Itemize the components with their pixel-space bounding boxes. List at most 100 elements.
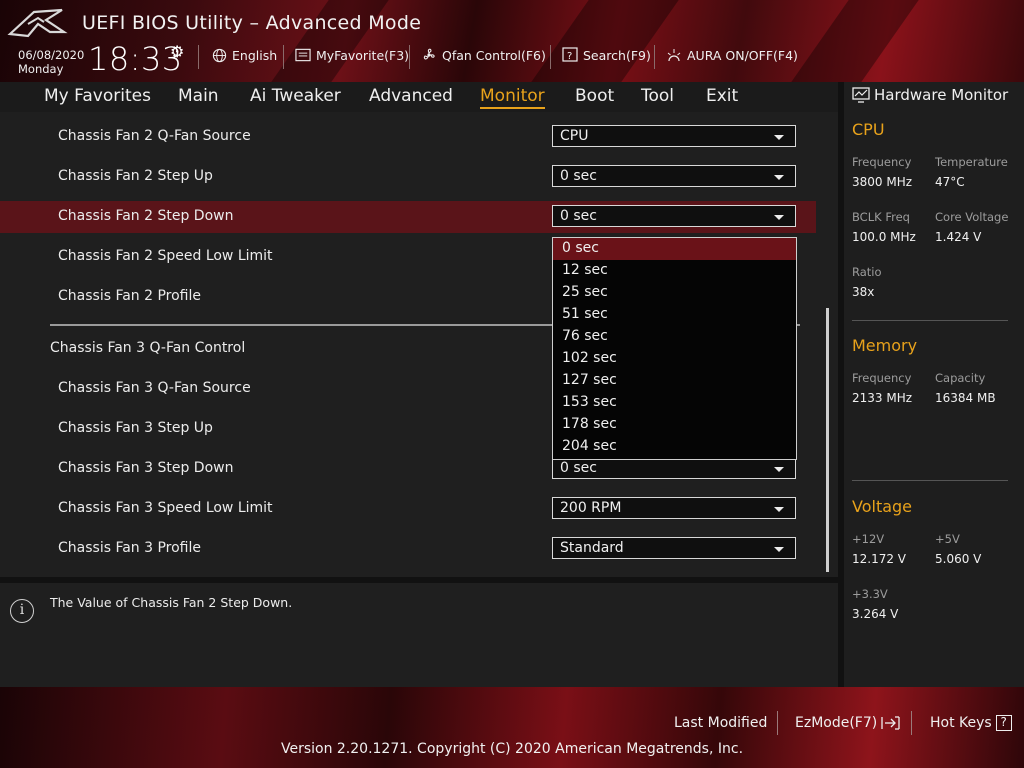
setting-row[interactable]: Chassis Fan 2 Q-Fan Source CPU bbox=[0, 121, 816, 153]
help-question-icon: ? bbox=[995, 715, 1012, 731]
search-button[interactable]: ? Search(F9) bbox=[562, 47, 651, 63]
select-value: 0 sec bbox=[560, 460, 597, 476]
clock-time: 18:33 bbox=[88, 40, 183, 78]
setting-label: Chassis Fan 3 Profile bbox=[58, 540, 202, 556]
section-separator bbox=[852, 320, 1008, 321]
setting-label: Chassis Fan 3 Speed Low Limit bbox=[58, 500, 273, 516]
cpu-frequency-label: Frequency bbox=[852, 155, 912, 169]
setting-row[interactable]: Chassis Fan 2 Step Up 0 sec bbox=[0, 161, 816, 193]
monitor-icon bbox=[852, 87, 870, 103]
setting-label: Chassis Fan 2 Speed Low Limit bbox=[58, 248, 273, 264]
fan2-stepdown-select[interactable]: 0 sec bbox=[552, 205, 796, 227]
clock-settings-gear-icon[interactable]: ⚙ bbox=[170, 42, 184, 61]
dropdown-option[interactable]: 178 sec bbox=[553, 414, 796, 436]
fan-icon bbox=[421, 47, 437, 63]
footer-divider bbox=[911, 711, 912, 735]
aura-toggle-button[interactable]: AURA ON/OFF(F4) bbox=[666, 47, 798, 63]
step-down-options-list[interactable]: 0 sec 12 sec 25 sec 51 sec 76 sec 102 se… bbox=[552, 237, 797, 460]
tab-tool[interactable]: Tool bbox=[641, 86, 674, 106]
section-separator bbox=[852, 480, 1008, 481]
memory-capacity-label: Capacity bbox=[935, 371, 986, 385]
footer-divider bbox=[777, 711, 778, 735]
help-panel: i The Value of Chassis Fan 2 Step Down. bbox=[0, 583, 838, 687]
caret-down-icon bbox=[774, 215, 784, 220]
memory-capacity-value: 16384 MB bbox=[935, 391, 996, 405]
setting-label: Chassis Fan 2 Profile bbox=[58, 288, 202, 304]
qfan-label: Qfan Control(F6) bbox=[442, 47, 546, 63]
hardware-monitor-panel: Hardware Monitor CPU Frequency Temperatu… bbox=[844, 82, 1024, 687]
dropdown-option[interactable]: 127 sec bbox=[553, 370, 796, 392]
qfan-control-button[interactable]: Qfan Control(F6) bbox=[421, 47, 546, 63]
app-title: UEFI BIOS Utility – Advanced Mode bbox=[82, 12, 422, 34]
last-modified-button[interactable]: Last Modified bbox=[674, 715, 767, 731]
caret-down-icon bbox=[774, 175, 784, 180]
setting-row[interactable]: Chassis Fan 3 Profile Standard bbox=[0, 533, 816, 565]
cpu-temperature-label: Temperature bbox=[935, 155, 1008, 169]
dropdown-option[interactable]: 51 sec bbox=[553, 304, 796, 326]
select-value: 0 sec bbox=[560, 168, 597, 184]
tab-exit[interactable]: Exit bbox=[706, 86, 738, 106]
tab-advanced[interactable]: Advanced bbox=[369, 86, 453, 106]
fan2-stepup-select[interactable]: 0 sec bbox=[552, 165, 796, 187]
memory-frequency-label: Frequency bbox=[852, 371, 912, 385]
tab-monitor[interactable]: Monitor bbox=[480, 86, 545, 109]
hot-keys-label: Hot Keys bbox=[930, 715, 992, 731]
v5-value: 5.060 V bbox=[935, 552, 982, 566]
tab-main[interactable]: Main bbox=[178, 86, 219, 106]
dropdown-option[interactable]: 153 sec bbox=[553, 392, 796, 414]
v12-value: 12.172 V bbox=[852, 552, 907, 566]
hot-keys-button[interactable]: Hot Keys ? bbox=[930, 715, 1012, 731]
v5-label: +5V bbox=[935, 532, 960, 546]
myfavorite-label: MyFavorite(F3) bbox=[316, 47, 410, 63]
setting-row[interactable]: Chassis Fan 3 Speed Low Limit 200 RPM bbox=[0, 493, 816, 525]
myfavorite-button[interactable]: MyFavorite(F3) bbox=[295, 47, 409, 63]
globe-icon bbox=[211, 47, 227, 63]
core-voltage-value: 1.424 V bbox=[935, 230, 982, 244]
ezmode-label: EzMode(F7) bbox=[795, 715, 878, 731]
hardware-monitor-label: Hardware Monitor bbox=[874, 86, 1009, 104]
fan3-stepdown-select[interactable]: 0 sec bbox=[552, 457, 796, 479]
dropdown-option[interactable]: 25 sec bbox=[553, 282, 796, 304]
bclk-value: 100.0 MHz bbox=[852, 230, 916, 244]
dropdown-option[interactable]: 0 sec bbox=[553, 238, 796, 260]
caret-down-icon bbox=[774, 547, 784, 552]
bclk-label: BCLK Freq bbox=[852, 210, 910, 224]
tab-ai-tweaker[interactable]: Ai Tweaker bbox=[250, 86, 341, 106]
top-header: UEFI BIOS Utility – Advanced Mode 06/08/… bbox=[0, 0, 1024, 82]
memory-section-title: Memory bbox=[852, 336, 918, 355]
toolbar-divider bbox=[550, 45, 551, 69]
dropdown-option[interactable]: 102 sec bbox=[553, 348, 796, 370]
cpu-section-title: CPU bbox=[852, 120, 885, 139]
core-voltage-label: Core Voltage bbox=[935, 210, 1009, 224]
tab-boot[interactable]: Boot bbox=[575, 86, 614, 106]
cpu-temperature-value: 47°C bbox=[935, 175, 965, 189]
language-button[interactable]: English bbox=[211, 47, 277, 63]
date-display: 06/08/2020 Monday bbox=[18, 48, 84, 76]
caret-down-icon bbox=[774, 467, 784, 472]
v12-label: +12V bbox=[852, 532, 885, 546]
select-value: 200 RPM bbox=[560, 500, 622, 516]
info-icon: i bbox=[10, 599, 34, 623]
ezmode-button[interactable]: EzMode(F7) bbox=[795, 715, 901, 731]
fan3-profile-select[interactable]: Standard bbox=[552, 537, 796, 559]
scrollbar[interactable] bbox=[826, 308, 829, 572]
day-text: Monday bbox=[18, 62, 64, 76]
dropdown-option[interactable]: 12 sec bbox=[553, 260, 796, 282]
setting-row-selected[interactable]: Chassis Fan 2 Step Down 0 sec bbox=[0, 201, 816, 233]
copyright-text: Version 2.20.1271. Copyright (C) 2020 Am… bbox=[280, 741, 744, 757]
hardware-monitor-title: Hardware Monitor bbox=[852, 86, 1008, 104]
setting-label: Chassis Fan 3 Step Down bbox=[58, 460, 234, 476]
setting-label: Chassis Fan 3 Step Up bbox=[58, 420, 213, 436]
toolbar-divider bbox=[283, 45, 284, 69]
tab-my-favorites[interactable]: My Favorites bbox=[44, 86, 151, 106]
setting-label: Chassis Fan 2 Q-Fan Source bbox=[58, 128, 251, 144]
dropdown-option[interactable]: 76 sec bbox=[553, 326, 796, 348]
dropdown-option[interactable]: 204 sec bbox=[553, 436, 796, 458]
fan3-low-limit-select[interactable]: 200 RPM bbox=[552, 497, 796, 519]
favorite-list-icon bbox=[295, 47, 311, 63]
toolbar-divider bbox=[654, 45, 655, 69]
rog-logo-icon bbox=[7, 8, 68, 38]
fan2-source-select[interactable]: CPU bbox=[552, 125, 796, 147]
select-value: Standard bbox=[560, 540, 624, 556]
setting-label: Chassis Fan 2 Step Up bbox=[58, 168, 213, 184]
